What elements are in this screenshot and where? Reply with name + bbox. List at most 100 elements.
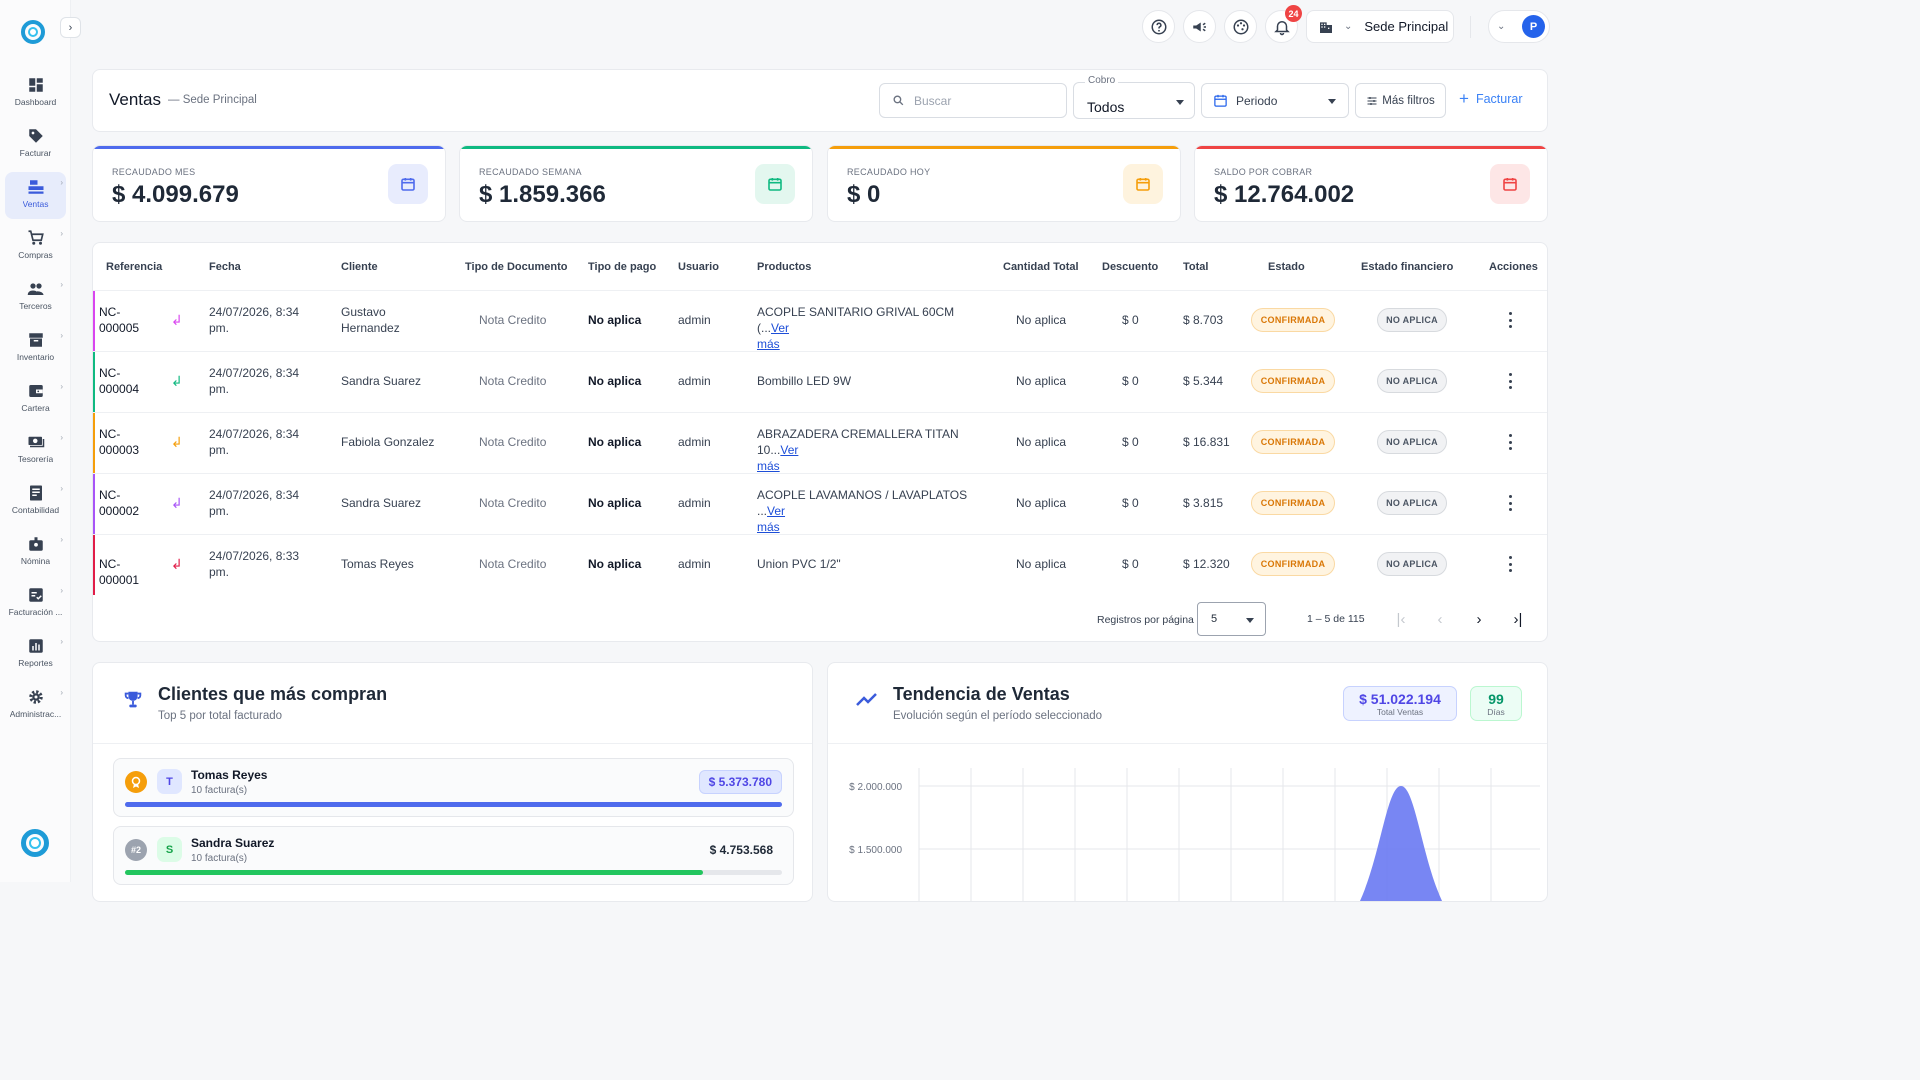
reference-cell[interactable]: NC- 000003 xyxy=(99,426,159,458)
reference-cell[interactable]: NC- 000002 xyxy=(99,487,159,519)
section-subtitle: Top 5 por total facturado xyxy=(158,710,283,722)
column-header[interactable]: Descuento xyxy=(1102,261,1158,273)
date-line: pm. xyxy=(209,565,230,579)
sidebar-item-cartera[interactable]: Cartera › xyxy=(5,376,66,423)
date-line: 24/07/2026, 8:34 xyxy=(209,488,300,502)
kpi-accent-bar xyxy=(93,146,445,149)
discount-cell: $ 0 xyxy=(1122,435,1139,449)
column-header[interactable]: Usuario xyxy=(678,261,719,273)
quantity-cell: No aplica xyxy=(1016,374,1067,388)
sidebar-item-tesorería[interactable]: Tesorería › xyxy=(5,427,66,474)
client-line: Gustavo xyxy=(341,305,386,319)
see-more-link[interactable]: Ver xyxy=(767,504,785,518)
sidebar-item-facturación[interactable]: Facturación ... › xyxy=(5,580,66,627)
reference-cell[interactable]: NC-000001 xyxy=(99,556,159,588)
see-more-link[interactable]: más xyxy=(757,459,780,473)
column-header[interactable]: Cliente xyxy=(341,261,378,273)
section-title: Clientes que más compran xyxy=(158,684,388,704)
list-item[interactable]: #2 S Sandra Suarez 10 factura(s) $ 4.753.568 xyxy=(113,826,794,885)
product-name: Union PVC 1/2" xyxy=(757,557,841,571)
sidebar-toggle-button[interactable]: › xyxy=(60,17,81,38)
reference-cell[interactable]: NC- 000005 xyxy=(99,304,159,336)
last-page-button[interactable]: ›| xyxy=(1508,609,1528,629)
kpi-accent-bar xyxy=(828,146,1180,149)
chevron-right-icon: › xyxy=(60,382,63,391)
sales-trend-chart: $ 2.000.000 $ 1.500.000 xyxy=(849,768,1540,901)
search-input[interactable]: Buscar xyxy=(879,83,1067,118)
status-badge: CONFIRMADA xyxy=(1251,369,1335,393)
column-header[interactable]: Acciones xyxy=(1489,261,1538,273)
first-page-button[interactable]: |‹ xyxy=(1391,609,1411,629)
more-actions-icon[interactable] xyxy=(1509,373,1513,389)
rank-badge: #2 xyxy=(125,839,147,861)
product-name: ACOPLE LAVAMANOS / LAVAPLATOS ... xyxy=(757,488,968,518)
table-row[interactable]: NC- 000002 ↲ 24/07/2026, 8:34 pm. Sandra Suar… xyxy=(93,473,1547,534)
sidebar-item-contabilidad[interactable]: Contabilidad › xyxy=(5,478,66,525)
see-more-link[interactable]: más xyxy=(757,520,780,534)
table-row[interactable]: NC- 000005 ↲ 24/07/2026, 8:34 pm. Gustavo Hern… xyxy=(93,290,1547,352)
chevron-left-icon: ‹ xyxy=(1437,610,1443,628)
total-cell: $ 16.831 xyxy=(1183,435,1230,449)
sidebar-item-nómina[interactable]: Nómina › xyxy=(5,529,66,576)
column-header[interactable]: Productos xyxy=(757,261,811,273)
user-menu-button[interactable]: ⌄ P xyxy=(1488,10,1550,43)
column-header[interactable]: Total xyxy=(1183,261,1208,273)
days-label: Días xyxy=(1487,707,1505,717)
list-item[interactable]: T Tomas Reyes 10 factura(s) $ 5.373.780 xyxy=(113,758,794,817)
more-actions-icon[interactable] xyxy=(1509,495,1513,511)
prev-page-button[interactable]: ‹ xyxy=(1430,609,1450,629)
table-row[interactable]: NC-000001 ↲ 24/07/2026, 8:33 pm. Tomas Reyes… xyxy=(93,534,1547,595)
periodo-select[interactable]: Periodo xyxy=(1201,83,1349,118)
sidebar-item-administrac[interactable]: Administrac... › xyxy=(5,682,66,729)
sidebar-item-label: Contabilidad xyxy=(11,505,60,515)
table-row[interactable]: NC- 000004 ↲ 24/07/2026, 8:34 pm. Sandra Suar… xyxy=(93,351,1547,412)
sede-selector[interactable]: ⌄ Sede Principal xyxy=(1306,10,1454,43)
see-more-link[interactable]: Ver xyxy=(780,443,798,457)
column-header[interactable]: Cantidad Total xyxy=(1003,261,1079,273)
share-bar-fill xyxy=(125,870,704,875)
column-header[interactable]: Fecha xyxy=(209,261,241,273)
more-actions-icon[interactable] xyxy=(1509,312,1513,328)
more-actions-icon[interactable] xyxy=(1509,434,1513,450)
column-header[interactable]: Tipo de Documento xyxy=(465,261,567,273)
table-row[interactable]: NC- 000003 ↲ 24/07/2026, 8:34 pm. Fabiola Gon… xyxy=(93,412,1547,473)
sidebar-item-label: Facturación ... xyxy=(8,607,63,617)
sidebar-item-dashboard[interactable]: Dashboard xyxy=(5,70,66,117)
caret-down-icon xyxy=(1246,618,1254,623)
next-page-button[interactable]: › xyxy=(1469,609,1489,629)
plus-icon: + xyxy=(1459,89,1469,108)
sidebar-item-label: Administrac... xyxy=(9,709,62,719)
client-cell: Sandra Suarez xyxy=(341,495,421,511)
see-more-link[interactable]: Ver xyxy=(771,321,789,335)
sidebar-item-label: Tesorería xyxy=(17,454,54,464)
sidebar-item-reportes[interactable]: Reportes › xyxy=(5,631,66,678)
trophy-icon xyxy=(124,691,142,708)
per-page-select[interactable]: 5 xyxy=(1197,602,1266,636)
help-button[interactable] xyxy=(1142,10,1175,43)
sidebar-item-ventas[interactable]: Ventas › xyxy=(5,172,66,219)
more-filters-button[interactable]: Más filtros xyxy=(1355,83,1446,118)
reference-cell[interactable]: NC- 000004 xyxy=(99,365,159,397)
sidebar-item-facturar[interactable]: Facturar xyxy=(5,121,66,168)
sidebar-item-inventario[interactable]: Inventario › xyxy=(5,325,66,372)
kpi-label: RECAUDADO SEMANA xyxy=(479,167,582,177)
column-header[interactable]: Estado xyxy=(1268,261,1305,273)
client-line: Tomas Reyes xyxy=(341,557,414,571)
column-header[interactable]: Referencia xyxy=(106,261,162,273)
kpi-accent-bar xyxy=(460,146,812,149)
notifications-button[interactable]: 24 xyxy=(1265,5,1302,43)
more-actions-icon[interactable] xyxy=(1509,556,1513,572)
see-more-link[interactable]: más xyxy=(757,337,780,351)
cobro-select[interactable]: Cobro Todos xyxy=(1073,75,1195,119)
column-header[interactable]: Estado financiero xyxy=(1361,261,1453,273)
sidebar-item-terceros[interactable]: Terceros › xyxy=(5,274,66,321)
column-header[interactable]: Tipo de pago xyxy=(588,261,656,273)
facturar-button[interactable]: + Facturar xyxy=(1459,89,1522,108)
announcements-button[interactable] xyxy=(1183,10,1216,43)
pagination-range: 1 – 5 de 115 xyxy=(1307,613,1365,625)
app-logo[interactable] xyxy=(21,20,45,44)
status-badge: CONFIRMADA xyxy=(1251,430,1335,454)
products-cell: ACOPLE SANITARIO GRIVAL 60CM (...Ver más xyxy=(757,304,987,352)
theme-button[interactable] xyxy=(1224,10,1257,43)
sidebar-item-compras[interactable]: Compras › xyxy=(5,223,66,270)
